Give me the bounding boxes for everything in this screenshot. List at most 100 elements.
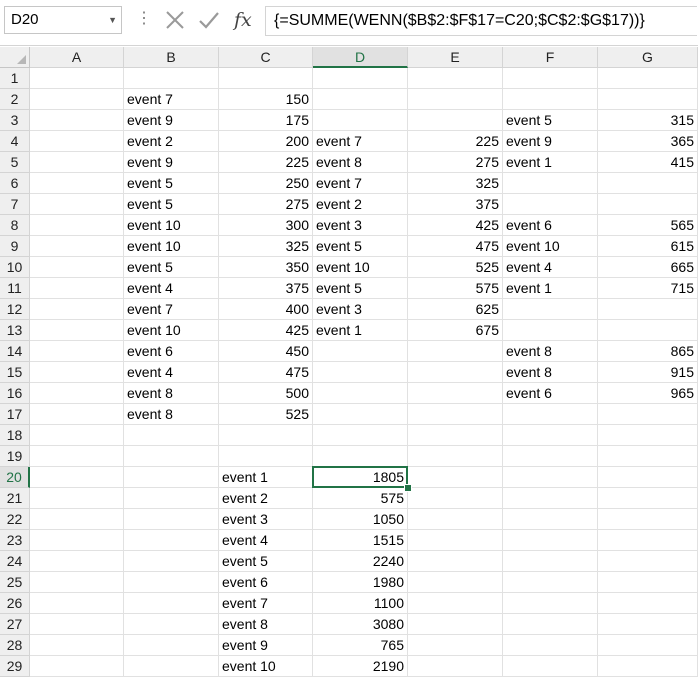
cell-c14[interactable]: 450	[219, 341, 313, 362]
cell-c7[interactable]: 275	[219, 194, 313, 215]
cell-b5[interactable]: event 9	[124, 152, 219, 173]
cell-d2[interactable]	[313, 89, 408, 110]
cell-b3[interactable]: event 9	[124, 110, 219, 131]
cell-g4[interactable]: 365	[598, 131, 698, 152]
cell-d4[interactable]: event 7	[313, 131, 408, 152]
more-options-icon[interactable]: ⋮	[136, 9, 152, 29]
cell-f24[interactable]	[503, 551, 598, 572]
cell-a20[interactable]	[30, 467, 124, 488]
cell-d16[interactable]	[313, 383, 408, 404]
cell-a22[interactable]	[30, 509, 124, 530]
cell-f1[interactable]	[503, 68, 598, 89]
cell-b12[interactable]: event 7	[124, 299, 219, 320]
cell-e16[interactable]	[408, 383, 503, 404]
column-header-g[interactable]: G	[598, 47, 698, 68]
cell-d17[interactable]	[313, 404, 408, 425]
cell-c15[interactable]: 475	[219, 362, 313, 383]
cell-c29[interactable]: event 10	[219, 656, 313, 677]
cell-g17[interactable]	[598, 404, 698, 425]
cell-b17[interactable]: event 8	[124, 404, 219, 425]
cell-e23[interactable]	[408, 530, 503, 551]
cell-b8[interactable]: event 10	[124, 215, 219, 236]
cell-g19[interactable]	[598, 446, 698, 467]
cell-d24[interactable]: 2240	[313, 551, 408, 572]
cell-f22[interactable]	[503, 509, 598, 530]
cell-f12[interactable]	[503, 299, 598, 320]
cell-f21[interactable]	[503, 488, 598, 509]
cell-f2[interactable]	[503, 89, 598, 110]
cell-d23[interactable]: 1515	[313, 530, 408, 551]
cell-g14[interactable]: 865	[598, 341, 698, 362]
row-header-1[interactable]: 1	[0, 68, 30, 89]
cancel-icon[interactable]	[163, 6, 187, 34]
cell-f5[interactable]: event 1	[503, 152, 598, 173]
cell-f13[interactable]	[503, 320, 598, 341]
cell-c13[interactable]: 425	[219, 320, 313, 341]
cell-g28[interactable]	[598, 635, 698, 656]
cell-g20[interactable]	[598, 467, 698, 488]
row-header-24[interactable]: 24	[0, 551, 30, 572]
cell-a16[interactable]	[30, 383, 124, 404]
cell-a2[interactable]	[30, 89, 124, 110]
cell-b19[interactable]	[124, 446, 219, 467]
cell-d14[interactable]	[313, 341, 408, 362]
row-header-8[interactable]: 8	[0, 215, 30, 236]
cell-e2[interactable]	[408, 89, 503, 110]
row-header-5[interactable]: 5	[0, 152, 30, 173]
cell-d26[interactable]: 1100	[313, 593, 408, 614]
cell-a12[interactable]	[30, 299, 124, 320]
cell-f8[interactable]: event 6	[503, 215, 598, 236]
cell-b29[interactable]	[124, 656, 219, 677]
cell-c26[interactable]: event 7	[219, 593, 313, 614]
cell-d25[interactable]: 1980	[313, 572, 408, 593]
cell-b1[interactable]	[124, 68, 219, 89]
cell-b28[interactable]	[124, 635, 219, 656]
cell-e18[interactable]	[408, 425, 503, 446]
cell-c2[interactable]: 150	[219, 89, 313, 110]
cell-g27[interactable]	[598, 614, 698, 635]
row-header-15[interactable]: 15	[0, 362, 30, 383]
cell-c5[interactable]: 225	[219, 152, 313, 173]
cell-f25[interactable]	[503, 572, 598, 593]
cell-a17[interactable]	[30, 404, 124, 425]
cell-d5[interactable]: event 8	[313, 152, 408, 173]
cell-a28[interactable]	[30, 635, 124, 656]
cell-b13[interactable]: event 10	[124, 320, 219, 341]
row-header-17[interactable]: 17	[0, 404, 30, 425]
cell-c6[interactable]: 250	[219, 173, 313, 194]
row-header-25[interactable]: 25	[0, 572, 30, 593]
cell-g22[interactable]	[598, 509, 698, 530]
cell-f28[interactable]	[503, 635, 598, 656]
cell-a21[interactable]	[30, 488, 124, 509]
cell-c9[interactable]: 325	[219, 236, 313, 257]
cell-e15[interactable]	[408, 362, 503, 383]
cell-d20[interactable]: 1805	[313, 467, 408, 488]
cell-d18[interactable]	[313, 425, 408, 446]
cell-f20[interactable]	[503, 467, 598, 488]
cell-f26[interactable]	[503, 593, 598, 614]
cell-a29[interactable]	[30, 656, 124, 677]
cell-e12[interactable]: 625	[408, 299, 503, 320]
cell-d11[interactable]: event 5	[313, 278, 408, 299]
cell-g24[interactable]	[598, 551, 698, 572]
cell-a4[interactable]	[30, 131, 124, 152]
row-header-7[interactable]: 7	[0, 194, 30, 215]
cell-b27[interactable]	[124, 614, 219, 635]
cell-g15[interactable]: 915	[598, 362, 698, 383]
row-header-6[interactable]: 6	[0, 173, 30, 194]
checkmark-icon[interactable]	[197, 6, 221, 34]
cell-a24[interactable]	[30, 551, 124, 572]
row-header-20[interactable]: 20	[0, 467, 30, 488]
cell-c1[interactable]	[219, 68, 313, 89]
cell-g16[interactable]: 965	[598, 383, 698, 404]
cell-e27[interactable]	[408, 614, 503, 635]
column-header-c[interactable]: C	[219, 47, 313, 68]
cell-g25[interactable]	[598, 572, 698, 593]
cell-a23[interactable]	[30, 530, 124, 551]
cell-g21[interactable]	[598, 488, 698, 509]
cell-g1[interactable]	[598, 68, 698, 89]
cell-e7[interactable]: 375	[408, 194, 503, 215]
cell-e11[interactable]: 575	[408, 278, 503, 299]
cell-c22[interactable]: event 3	[219, 509, 313, 530]
cell-f16[interactable]: event 6	[503, 383, 598, 404]
